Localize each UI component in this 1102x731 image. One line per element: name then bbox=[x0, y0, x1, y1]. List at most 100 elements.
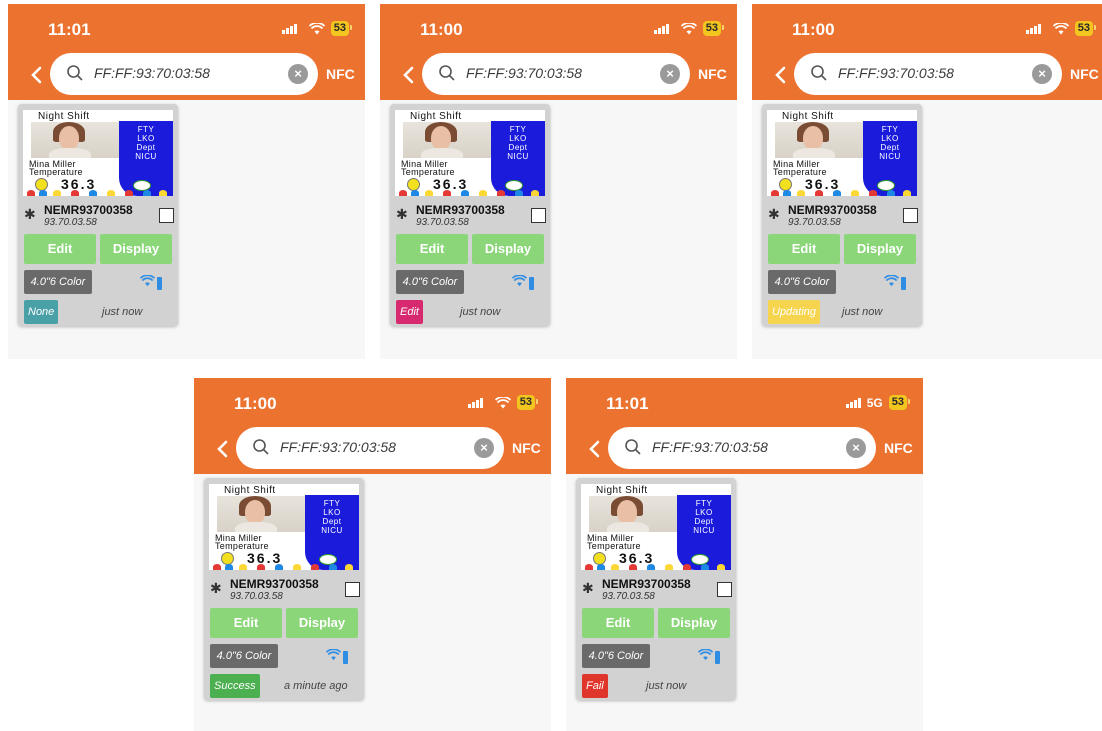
tag-preview[interactable]: Night Shift FTY LKO Dept NICU Mina Mille… bbox=[767, 110, 917, 196]
device-mac: 93.70.03.58 bbox=[44, 217, 97, 228]
tag-label: Temperature bbox=[773, 167, 827, 177]
status-badge: Success bbox=[210, 674, 260, 698]
signal-icon bbox=[845, 397, 861, 408]
select-checkbox[interactable] bbox=[345, 582, 360, 597]
tag-name-block: Mina Miller Temperature bbox=[401, 160, 455, 177]
tag-label: Temperature bbox=[215, 541, 269, 551]
device-info: ✱ NEMR93700358 93.70.03.58 bbox=[582, 575, 732, 603]
chevron-left-icon[interactable] bbox=[212, 438, 234, 460]
signal-icon bbox=[653, 23, 669, 34]
edit-button[interactable]: Edit bbox=[582, 608, 654, 638]
display-button[interactable]: Display bbox=[472, 234, 544, 264]
update-time: just now bbox=[646, 680, 687, 692]
chevron-left-icon[interactable] bbox=[398, 64, 420, 86]
connection-icons bbox=[511, 274, 534, 292]
status-badge: Edit bbox=[396, 300, 423, 324]
battery-icon bbox=[529, 276, 534, 290]
update-time: just now bbox=[842, 306, 883, 318]
tag-line: FTY bbox=[137, 125, 155, 134]
edit-button[interactable]: Edit bbox=[768, 234, 840, 264]
status-badge: Updating bbox=[768, 300, 821, 324]
nfc-button[interactable]: NFC bbox=[1070, 66, 1099, 82]
search-input[interactable]: FF:FF:93:70:03:58 × bbox=[50, 53, 318, 95]
clear-icon[interactable]: × bbox=[474, 438, 494, 458]
battery-icon bbox=[157, 276, 162, 290]
nfc-button[interactable]: NFC bbox=[512, 440, 541, 456]
display-button[interactable]: Display bbox=[658, 608, 730, 638]
tag-name-block: Mina Miller Temperature bbox=[29, 160, 83, 177]
clear-icon[interactable]: × bbox=[1032, 64, 1052, 84]
display-button[interactable]: Display bbox=[286, 608, 358, 638]
tag-header: Night Shift bbox=[596, 485, 648, 496]
nfc-button[interactable]: NFC bbox=[698, 66, 727, 82]
clear-icon[interactable]: × bbox=[288, 64, 308, 84]
color-dots bbox=[395, 190, 545, 196]
tag-preview[interactable]: Night Shift FTY LKO Dept NICU Mina Mille… bbox=[209, 484, 359, 570]
portrait-photo bbox=[589, 496, 677, 532]
wifi-icon bbox=[308, 22, 325, 35]
edit-button[interactable]: Edit bbox=[210, 608, 282, 638]
chevron-left-icon[interactable] bbox=[584, 438, 606, 460]
network-label: 5G bbox=[866, 395, 883, 410]
clear-icon[interactable]: × bbox=[846, 438, 866, 458]
clear-icon[interactable]: × bbox=[660, 64, 680, 84]
size-badge: 4.0"6 Color bbox=[396, 270, 464, 294]
tag-label: Temperature bbox=[29, 167, 83, 177]
nfc-button[interactable]: NFC bbox=[326, 66, 355, 82]
search-input[interactable]: FF:FF:93:70:03:58 × bbox=[608, 427, 876, 469]
tag-preview[interactable]: Night Shift FTY LKO Dept NICU Mina Mille… bbox=[395, 110, 545, 196]
edit-button[interactable]: Edit bbox=[396, 234, 468, 264]
nfc-button[interactable]: NFC bbox=[884, 440, 913, 456]
display-button[interactable]: Display bbox=[844, 234, 916, 264]
search-input[interactable]: FF:FF:93:70:03:58 × bbox=[794, 53, 1062, 95]
status-time: 11:00 bbox=[234, 394, 277, 413]
tag-name-block: Mina Miller Temperature bbox=[587, 534, 641, 551]
battery-icon: 53 bbox=[1074, 21, 1097, 36]
device-info: ✱ NEMR93700358 93.70.03.58 bbox=[210, 575, 360, 603]
tag-preview[interactable]: Night Shift FTY LKO Dept NICU Mina Mille… bbox=[23, 110, 173, 196]
battery-icon bbox=[343, 650, 348, 664]
tag-header: Night Shift bbox=[224, 485, 276, 496]
size-badge: 4.0"6 Color bbox=[210, 644, 278, 668]
tag-name-block: Mina Miller Temperature bbox=[773, 160, 827, 177]
select-checkbox[interactable] bbox=[717, 582, 732, 597]
battery-icon bbox=[715, 650, 720, 664]
tag-line: Dept bbox=[694, 517, 714, 526]
search-icon bbox=[252, 438, 270, 461]
wifi-icon bbox=[1052, 22, 1069, 35]
edit-button[interactable]: Edit bbox=[24, 234, 96, 264]
tag-header: Night Shift bbox=[782, 111, 834, 122]
battery-icon: 53 bbox=[888, 395, 911, 410]
device-mac: 93.70.03.58 bbox=[230, 591, 283, 602]
tag-preview[interactable]: Night Shift FTY LKO Dept NICU Mina Mille… bbox=[581, 484, 731, 570]
display-button[interactable]: Display bbox=[100, 234, 172, 264]
device-card: Night Shift FTY LKO Dept NICU Mina Mille… bbox=[18, 104, 178, 326]
search-icon bbox=[810, 64, 828, 87]
device-info: ✱ NEMR93700358 93.70.03.58 bbox=[396, 201, 546, 229]
search-input[interactable]: FF:FF:93:70:03:58 × bbox=[236, 427, 504, 469]
device-card: Night Shift FTY LKO Dept NICU Mina Mille… bbox=[390, 104, 550, 326]
size-badge: 4.0"6 Color bbox=[768, 270, 836, 294]
select-checkbox[interactable] bbox=[531, 208, 546, 223]
device-card: Night Shift FTY LKO Dept NICU Mina Mille… bbox=[204, 478, 364, 700]
battery-icon: 53 bbox=[516, 395, 539, 410]
device-id: NEMR93700358 bbox=[44, 203, 133, 217]
device-mac: 93.70.03.58 bbox=[602, 591, 655, 602]
chevron-left-icon[interactable] bbox=[26, 64, 48, 86]
phone-screen: 11:00 53 FF:FF:93:70:03:58 × NFC Night S… bbox=[194, 378, 551, 731]
select-checkbox[interactable] bbox=[159, 208, 174, 223]
select-checkbox[interactable] bbox=[903, 208, 918, 223]
bluetooth-icon: ✱ bbox=[768, 206, 780, 222]
signal-icon bbox=[281, 23, 297, 34]
color-dots bbox=[581, 564, 731, 570]
tag-line: NICU bbox=[693, 526, 715, 535]
tag-line: LKO bbox=[695, 508, 713, 517]
status-bar: 53 bbox=[281, 21, 353, 36]
bluetooth-icon: ✱ bbox=[582, 580, 594, 596]
search-query: FF:FF:93:70:03:58 bbox=[94, 65, 210, 81]
chevron-left-icon[interactable] bbox=[770, 64, 792, 86]
search-input[interactable]: FF:FF:93:70:03:58 × bbox=[422, 53, 690, 95]
battery-icon bbox=[901, 276, 906, 290]
tag-line: LKO bbox=[323, 508, 341, 517]
tag-line: FTY bbox=[881, 125, 899, 134]
